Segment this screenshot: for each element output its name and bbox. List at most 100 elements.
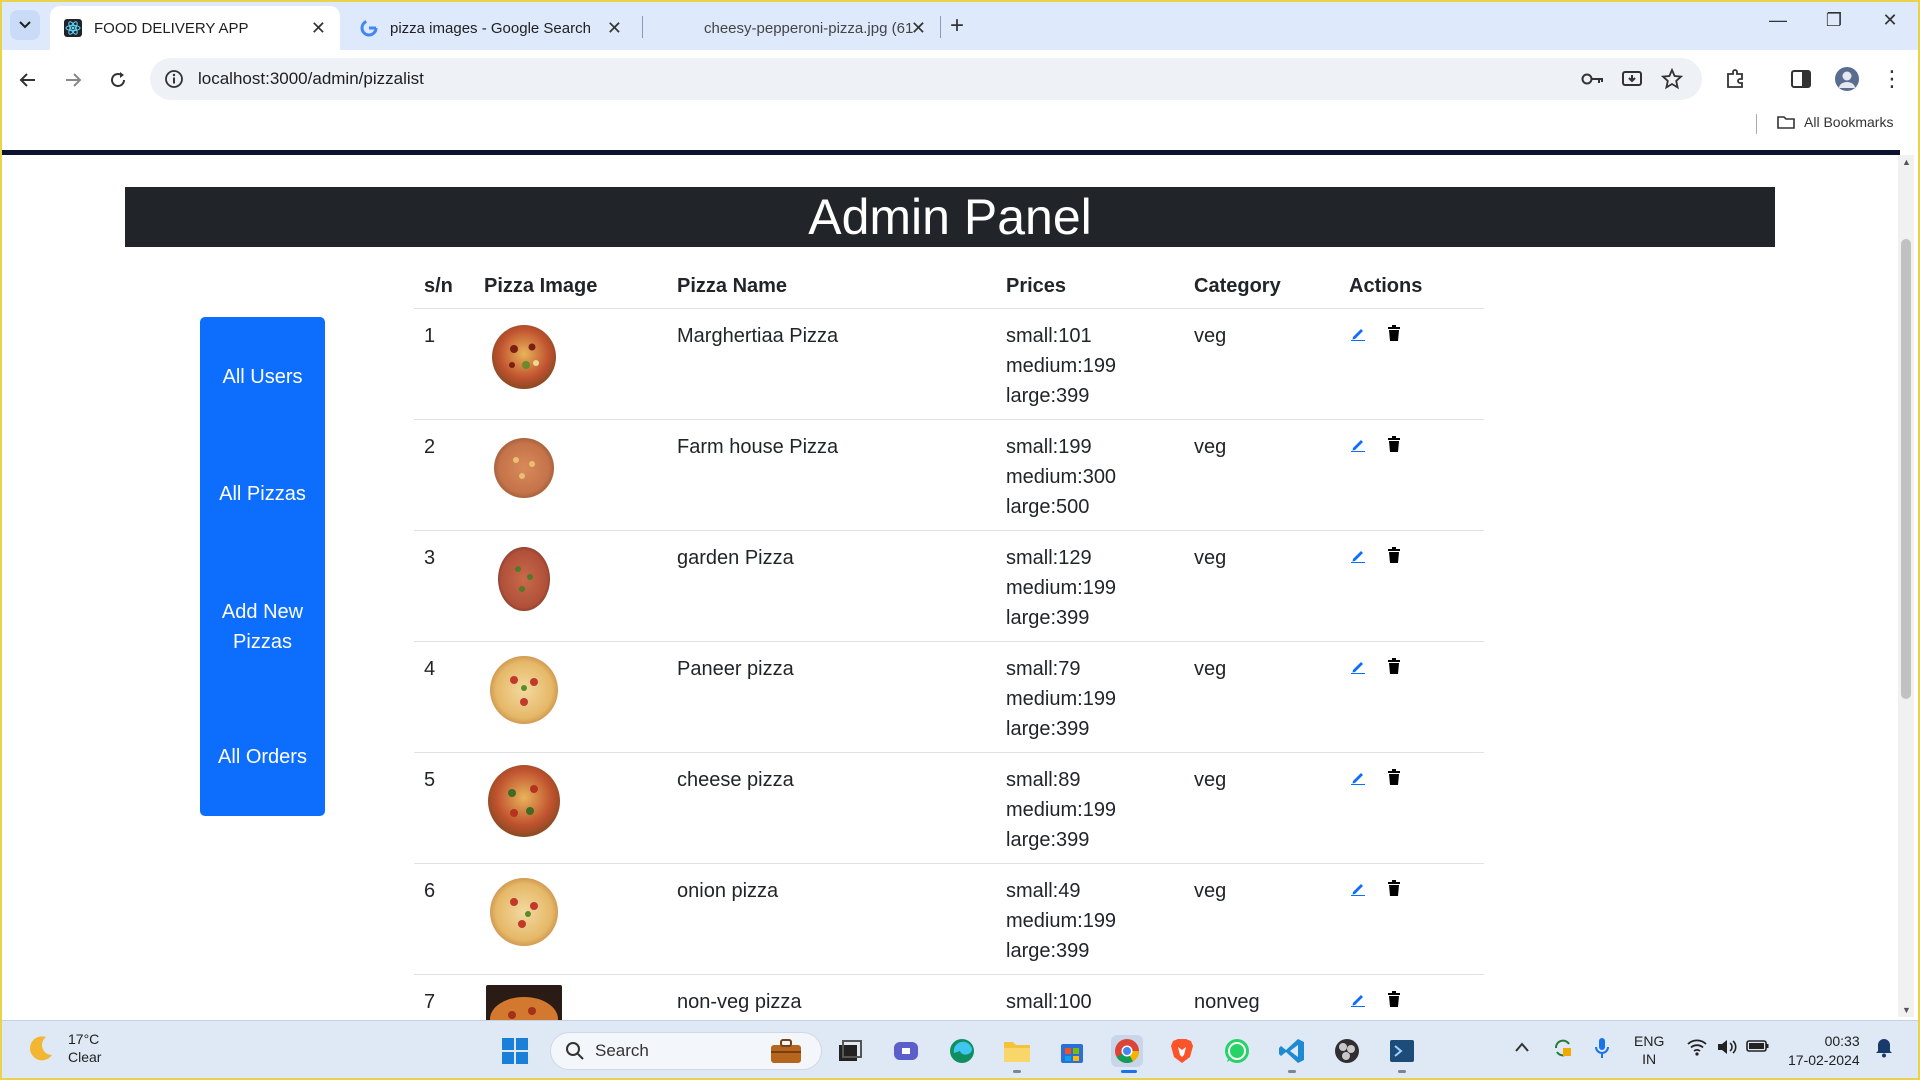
reload-button[interactable] (104, 66, 132, 94)
sidebar-item-all-orders[interactable]: All Orders (200, 742, 325, 772)
all-bookmarks-button[interactable]: All Bookmarks (1776, 114, 1893, 130)
weather-desc: Clear (68, 1049, 102, 1065)
tab-divider (940, 16, 941, 38)
taskbar-search-label: Search (595, 1041, 649, 1060)
delete-trash-icon[interactable] (1385, 656, 1403, 676)
close-tab-icon[interactable]: ✕ (311, 18, 326, 39)
row-actions (1349, 765, 1484, 787)
sidebar-item-all-users[interactable]: All Users (200, 362, 325, 392)
row-pizza-name: garden Pizza (667, 530, 996, 642)
delete-trash-icon[interactable] (1385, 323, 1403, 343)
tab-google-search[interactable]: pizza images - Google Search ✕ (346, 6, 636, 50)
price-large: large:399 (1006, 606, 1090, 629)
arrow-right-icon (66, 73, 82, 87)
bookmark-star-icon[interactable] (1659, 66, 1685, 92)
edge-browser-icon[interactable] (946, 1035, 978, 1067)
delete-trash-icon[interactable] (1385, 434, 1403, 454)
obs-icon[interactable] (1331, 1035, 1363, 1067)
price-large: large:399 (1006, 717, 1090, 740)
minimize-icon[interactable]: — (1758, 10, 1798, 31)
column-header-name: Pizza Name (667, 266, 996, 309)
new-tab-plus-icon[interactable]: + (950, 12, 964, 40)
scroll-up-arrow-icon[interactable]: ▲ (1902, 157, 1911, 167)
row-actions (1349, 876, 1484, 898)
wifi-icon[interactable] (1686, 1038, 1708, 1059)
row-actions (1349, 654, 1484, 676)
address-bar[interactable]: localhost:3000/admin/pizzalist (150, 58, 1702, 100)
edit-pencil-icon[interactable] (1349, 323, 1367, 343)
sidebar-item-add-new-pizzas[interactable]: Add New Pizzas (200, 597, 325, 657)
weather-widget[interactable]: 17°C Clear (26, 1030, 101, 1066)
key-icon[interactable] (1580, 66, 1606, 92)
restore-icon[interactable]: ❐ (1814, 10, 1854, 31)
delete-trash-icon[interactable] (1385, 545, 1403, 565)
teams-meet-icon[interactable] (890, 1035, 922, 1067)
edit-pencil-icon[interactable] (1349, 989, 1367, 1009)
menu-kebab-icon[interactable]: ⋮ (1879, 66, 1905, 92)
vscode-icon[interactable] (1276, 1035, 1308, 1067)
close-tab-icon[interactable]: ✕ (607, 18, 622, 39)
scroll-down-arrow-icon[interactable]: ▼ (1902, 1005, 1911, 1015)
file-explorer-icon[interactable] (1001, 1035, 1033, 1067)
chrome-icon[interactable] (1111, 1035, 1143, 1067)
close-tab-icon[interactable]: ✕ (911, 18, 926, 39)
pizza-image (490, 655, 558, 724)
url-text[interactable]: localhost:3000/admin/pizzalist (198, 69, 424, 89)
microphone-icon[interactable] (1594, 1036, 1610, 1063)
table-header-row: s/n Pizza Image Pizza Name Prices Catego… (414, 266, 1484, 309)
tray-chevron-up-icon[interactable] (1514, 1040, 1530, 1056)
whatsapp-icon[interactable] (1221, 1035, 1253, 1067)
tab-food-delivery[interactable]: FOOD DELIVERY APP ✕ (50, 6, 340, 50)
row-sn: 3 (414, 530, 474, 642)
site-info-icon[interactable] (164, 69, 184, 89)
price-small: small:49 (1006, 879, 1081, 902)
tab-search-button[interactable] (10, 10, 40, 40)
language-indicator[interactable]: ENG IN (1634, 1032, 1664, 1068)
tab-divider (642, 16, 643, 38)
row-category: veg (1184, 308, 1339, 420)
briefcase-icon (769, 1037, 803, 1070)
all-bookmarks-label: All Bookmarks (1804, 114, 1894, 130)
edit-pencil-icon[interactable] (1349, 656, 1367, 676)
edit-pencil-icon[interactable] (1349, 434, 1367, 454)
back-button[interactable] (14, 66, 42, 94)
delete-trash-icon[interactable] (1385, 767, 1403, 787)
forward-button[interactable] (59, 66, 87, 94)
delete-trash-icon[interactable] (1385, 878, 1403, 898)
row-category: veg (1184, 641, 1339, 753)
price-small: small:101 (1006, 324, 1092, 347)
sync-icon[interactable] (1551, 1036, 1575, 1063)
terminal-app-icon[interactable] (1386, 1035, 1418, 1067)
extensions-icon[interactable] (1722, 66, 1748, 92)
edit-pencil-icon[interactable] (1349, 767, 1367, 787)
profile-avatar[interactable] (1834, 66, 1860, 92)
image-icon (674, 19, 692, 37)
windows-start-icon[interactable] (499, 1035, 531, 1067)
region-code: IN (1642, 1051, 1657, 1067)
close-window-icon[interactable]: ✕ (1870, 10, 1910, 31)
taskbar-search[interactable]: Search (550, 1032, 822, 1070)
microsoft-store-icon[interactable] (1056, 1035, 1088, 1067)
edit-pencil-icon[interactable] (1349, 878, 1367, 898)
delete-trash-icon[interactable] (1385, 989, 1403, 1009)
side-panel-icon[interactable] (1788, 66, 1814, 92)
volume-icon[interactable] (1716, 1038, 1738, 1059)
brave-icon[interactable] (1166, 1035, 1198, 1067)
running-indicator (1288, 1070, 1296, 1073)
edit-pencil-icon[interactable] (1349, 545, 1367, 565)
row-sn: 2 (414, 419, 474, 531)
system-clock[interactable]: 00:33 17-02-2024 (1788, 1032, 1860, 1070)
sidebar-item-all-pizzas[interactable]: All Pizzas (200, 479, 325, 509)
task-view-icon[interactable] (834, 1035, 866, 1067)
price-medium: medium:300 (1006, 465, 1117, 488)
price-small: small:100 (1006, 990, 1092, 1013)
install-app-icon[interactable] (1619, 66, 1645, 92)
notification-bell-icon[interactable] (1874, 1036, 1894, 1061)
tab-pepperoni-image[interactable]: cheesy-pepperoni-pizza.jpg (61 ✕ (660, 6, 940, 50)
scrollbar-thumb[interactable] (1901, 239, 1911, 699)
battery-icon[interactable] (1746, 1038, 1770, 1057)
pizza-image (494, 437, 554, 498)
page-scrollbar[interactable]: ▲ ▼ (1898, 155, 1914, 1017)
price-small: small:129 (1006, 546, 1092, 569)
row-pizza-name: Paneer pizza (667, 641, 996, 753)
